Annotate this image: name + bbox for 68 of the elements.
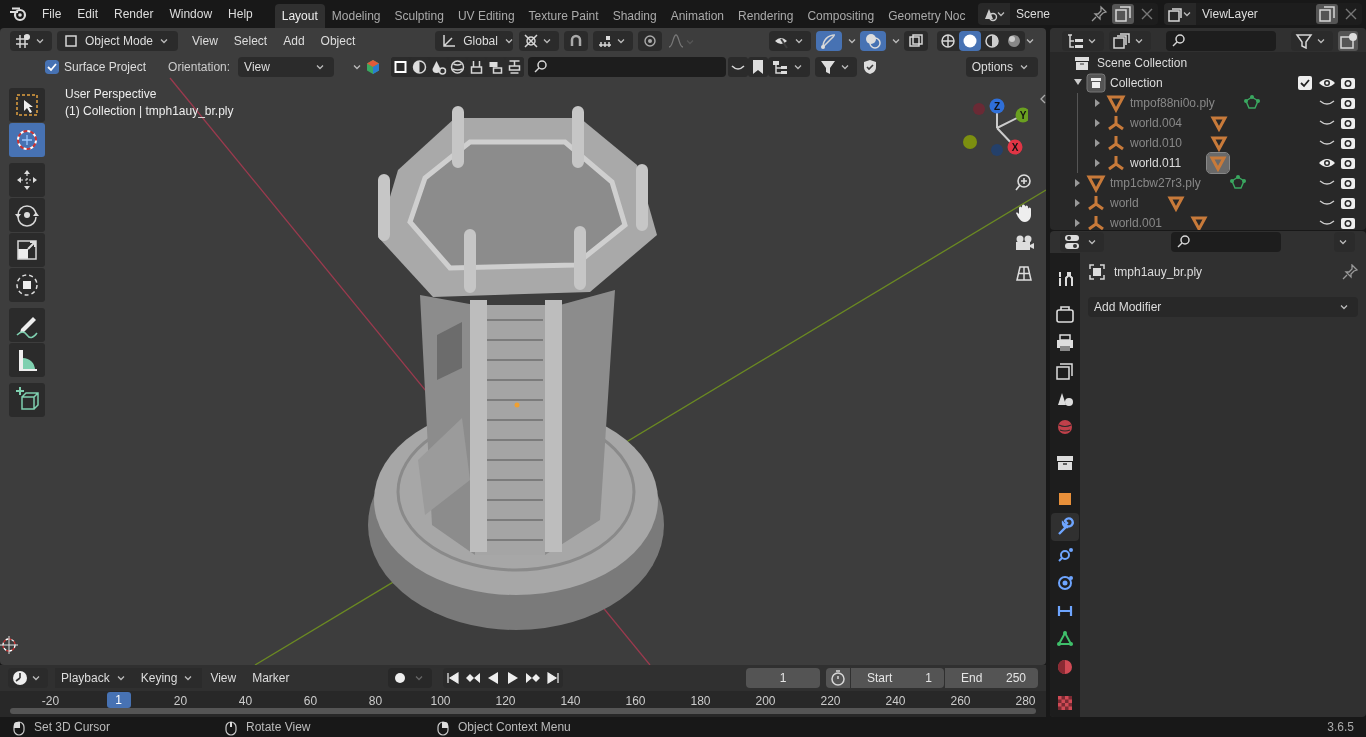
menu-item[interactable]: Select	[225, 34, 276, 48]
current-frame-marker[interactable]: 1	[106, 692, 131, 708]
outliner-item[interactable]: world.004	[1130, 116, 1183, 130]
workspace-tab[interactable]: Rendering	[731, 4, 801, 28]
object-name: tmph1auy_br.ply	[1114, 265, 1203, 279]
current-frame-field[interactable]: 1	[746, 668, 820, 688]
status-hint: Object Context Menu	[458, 720, 571, 734]
menu-item[interactable]: Object	[312, 34, 364, 48]
outliner-item[interactable]: world.001	[1110, 216, 1163, 230]
navigation-gizmo[interactable]: Z Y X	[962, 96, 1028, 162]
start-frame-field[interactable]: Start 1	[851, 668, 944, 688]
outliner-item[interactable]: world	[1110, 196, 1139, 210]
orientation-dropdown[interactable]: Global	[435, 31, 514, 51]
viewport[interactable]: Object Mode View Select Add Object Global Surface Project Orientation: View Options User Perspective (1) Collection | tmph1auy_br.ply Z Y X	[0, 28, 1046, 665]
outliner-item[interactable]: world.010	[1130, 136, 1183, 150]
version-label: 3.6.5	[1327, 720, 1354, 734]
field-label: Orientation:	[168, 60, 231, 74]
menu-item[interactable]: Help	[220, 7, 261, 21]
workspace-tab[interactable]: Sculpting	[387, 4, 451, 28]
status-hint: Rotate View	[246, 720, 311, 734]
frame-number: -20	[40, 693, 61, 710]
workspace-tab[interactable]: Shading	[605, 4, 664, 28]
frame-number: 60	[302, 693, 319, 710]
workspace-tab[interactable]: UV Editing	[450, 4, 522, 28]
viewport-info-text: (1) Collection | tmph1auy_br.ply	[65, 104, 234, 118]
outliner-item[interactable]: tmpof88ni0o.ply	[1130, 96, 1215, 110]
viewport-info-text: User Perspective	[65, 87, 158, 101]
menu-item[interactable]: Window	[161, 7, 221, 21]
workspace-tab[interactable]: Texture Paint	[521, 4, 606, 28]
menu-item[interactable]: File	[34, 7, 70, 21]
frame-number: 240	[884, 693, 907, 710]
frame-number: 180	[689, 693, 712, 710]
orientation-dropdown[interactable]: View	[238, 57, 335, 77]
menu-item[interactable]: Add	[275, 34, 313, 48]
frame-number: 100	[429, 693, 452, 710]
frame-number: 260	[949, 693, 972, 710]
workspace-tab[interactable]: Geometry Noc	[881, 4, 973, 28]
frame-number: 80	[367, 693, 384, 710]
menu-item[interactable]: View	[202, 671, 245, 685]
frame-number: 20	[172, 693, 189, 710]
menu-item[interactable]: Marker	[244, 671, 298, 685]
workspace-tab[interactable]: Animation	[663, 4, 732, 28]
frame-ruler[interactable]: -20 1 20 40 60 80 100 120 140 160 180 200 220 240 260 280	[0, 691, 1046, 717]
outliner-item[interactable]: tmp1cbw27r3.ply	[1110, 176, 1201, 190]
menu-item[interactable]: View	[184, 34, 226, 48]
add-modifier-dropdown[interactable]: Add Modifier	[1088, 297, 1358, 317]
outliner-item[interactable]: Collection	[1110, 76, 1163, 90]
menu-dropdown[interactable]: Keying	[134, 668, 203, 688]
frame-number: 220	[819, 693, 842, 710]
frame-number: 280	[1014, 693, 1037, 710]
menu-item[interactable]: Edit	[69, 7, 107, 21]
status-hint: Set 3D Cursor	[34, 720, 111, 734]
menu-dropdown[interactable]: Playback	[55, 668, 135, 688]
workspace-tab[interactable]: Modeling	[324, 4, 388, 28]
outliner-item[interactable]: Scene Collection	[1097, 56, 1188, 70]
mode-dropdown[interactable]: Object Mode	[57, 31, 179, 51]
menu-item[interactable]: Render	[106, 7, 162, 21]
frame-number: 160	[624, 693, 647, 710]
workspace-tab[interactable]: Compositing	[800, 4, 882, 28]
workspace-tab[interactable]: Layout	[274, 4, 325, 28]
frame-number: 40	[237, 693, 254, 710]
checkbox-label: Surface Project	[64, 60, 147, 74]
frame-number: 200	[754, 693, 777, 710]
end-frame-field[interactable]: End 250	[945, 668, 1038, 688]
options-dropdown[interactable]: Options	[965, 57, 1038, 77]
frame-number: 120	[494, 693, 517, 710]
outliner-item[interactable]: world.011	[1130, 156, 1182, 170]
frame-number: 140	[559, 693, 582, 710]
